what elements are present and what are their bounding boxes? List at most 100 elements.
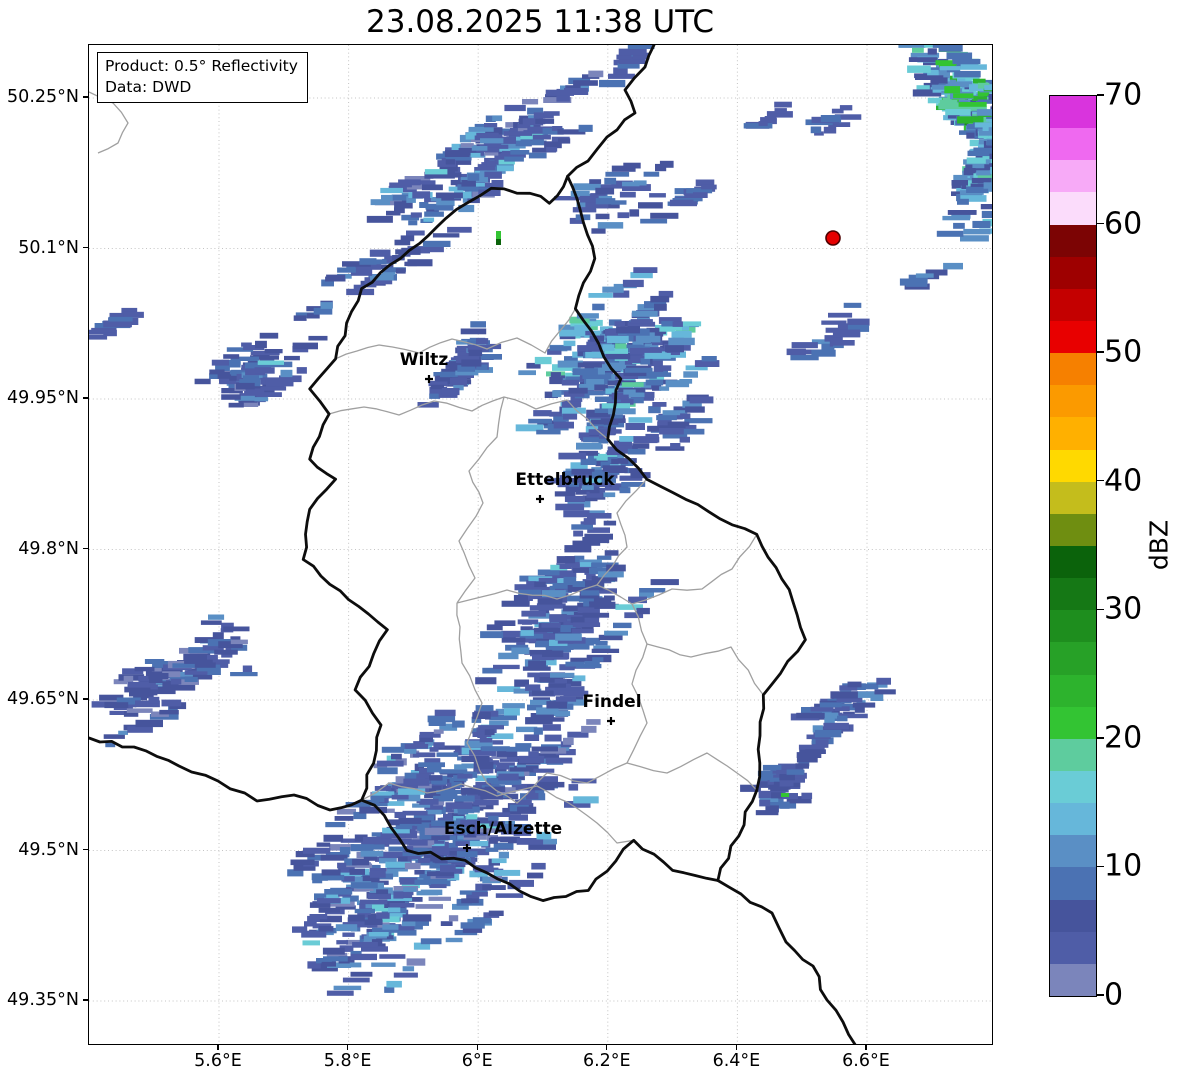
echo-pixel	[587, 513, 612, 519]
echo-pixel	[194, 378, 211, 385]
echo-pixel	[586, 719, 601, 725]
echo-pixel	[420, 938, 442, 945]
echo-pixel	[564, 556, 576, 564]
echo-pixel	[537, 598, 563, 605]
echo-pixel	[402, 966, 415, 972]
echo-pixel	[582, 537, 610, 544]
echo-pixel	[589, 179, 602, 184]
echo-pixel	[371, 962, 396, 967]
colorbar-tick-mark	[1097, 480, 1104, 482]
echo-pixel	[320, 854, 348, 861]
echo-pixel	[440, 921, 453, 926]
echo-pixel	[148, 696, 160, 704]
echo-pixel	[927, 97, 942, 104]
echo-pixel	[309, 914, 328, 920]
echo-pixel	[365, 844, 385, 850]
x-tick-label: 6.2°E	[582, 1051, 631, 1071]
echo-pixel	[537, 569, 560, 576]
echo-pixel	[966, 157, 986, 164]
echo-pixel	[939, 66, 961, 71]
echo-pixel	[444, 150, 470, 157]
echo-pixel	[326, 874, 345, 881]
echo-pixel	[550, 564, 560, 571]
echo-pixel	[554, 678, 567, 684]
colorbar-tick-label: 30	[1104, 591, 1143, 627]
y-tick-label: 49.8°N	[18, 538, 79, 559]
echo-pixel	[416, 890, 439, 896]
echo-pixel	[293, 315, 307, 321]
echo-pixel	[534, 356, 552, 365]
echo-pixel	[317, 898, 341, 904]
echo-pixel	[682, 428, 705, 435]
echo-pixel	[640, 358, 651, 365]
echo-pixel	[622, 279, 644, 288]
echo-pixel	[448, 915, 459, 922]
colorbar-band	[1050, 642, 1096, 675]
echo-pixel	[645, 379, 664, 386]
echo-pixel	[591, 648, 620, 653]
echo-pixel	[389, 902, 415, 908]
echo-pixel	[301, 930, 327, 938]
colorbar-band	[1050, 288, 1096, 321]
echo-pixel	[321, 961, 336, 967]
echo-pixel	[376, 889, 389, 895]
x-tick-label: 6°E	[461, 1051, 493, 1071]
colorbar-band	[1050, 449, 1096, 482]
echo-pixel	[126, 708, 153, 713]
y-tick-label: 49.5°N	[18, 839, 79, 860]
echo-pixel	[819, 702, 842, 708]
echo-pixel	[524, 734, 540, 741]
colorbar-band	[1050, 320, 1096, 354]
echo-pixel	[475, 677, 497, 685]
echo-pixel	[967, 150, 992, 157]
echo-pixel	[406, 230, 425, 236]
echo-pixel	[429, 747, 439, 752]
echo-pixel	[377, 767, 398, 775]
echo-pixel	[518, 370, 536, 376]
echo-pixel	[852, 702, 876, 708]
echo-pixel	[811, 349, 836, 357]
echo-pixel	[598, 634, 623, 641]
x-tick-mark	[476, 1045, 478, 1050]
echo-pixel	[475, 705, 494, 711]
echo-pixel	[619, 191, 636, 198]
echo-pixel	[632, 443, 650, 449]
echo-pixel	[572, 368, 598, 376]
echo-pixel	[561, 407, 586, 414]
echo-pixel	[376, 912, 390, 919]
echo-pixel	[899, 278, 917, 286]
echo-pixel	[292, 342, 318, 350]
echo-pixel	[595, 640, 608, 646]
echo-pixel	[628, 417, 653, 423]
y-tick-label: 49.65°N	[7, 689, 79, 709]
echo-pixel	[614, 321, 625, 327]
echo-pixel	[984, 85, 992, 91]
echo-pixel	[583, 437, 600, 443]
y-tick-mark	[83, 96, 88, 98]
echo-pixel	[640, 218, 668, 224]
echo-pixel	[296, 367, 307, 374]
echo-pixel	[316, 842, 331, 847]
echo-pixel	[354, 908, 375, 914]
echo-pixel	[255, 340, 267, 349]
echo-pixel	[368, 932, 389, 937]
echo-pixel	[581, 725, 597, 733]
echo-pixel	[624, 367, 653, 373]
echo-pixel	[481, 746, 510, 752]
echo-pixel	[395, 268, 406, 274]
y-tick-mark	[83, 698, 88, 700]
echo-pixel	[379, 954, 406, 959]
echo-pixel	[427, 715, 456, 723]
echo-pixel	[993, 96, 994, 103]
echo-pixel	[542, 724, 561, 731]
echo-pixel	[366, 215, 393, 223]
echo-pixel	[349, 868, 365, 875]
echo-pixel	[939, 100, 958, 107]
colorbar-band	[1050, 803, 1096, 836]
echo-pixel	[334, 816, 354, 821]
echo-pixel	[801, 792, 813, 799]
colorbar-band	[1050, 963, 1096, 996]
echo-pixel	[927, 48, 937, 55]
colorbar-band	[1050, 899, 1096, 932]
colorbar-band	[1050, 481, 1096, 514]
